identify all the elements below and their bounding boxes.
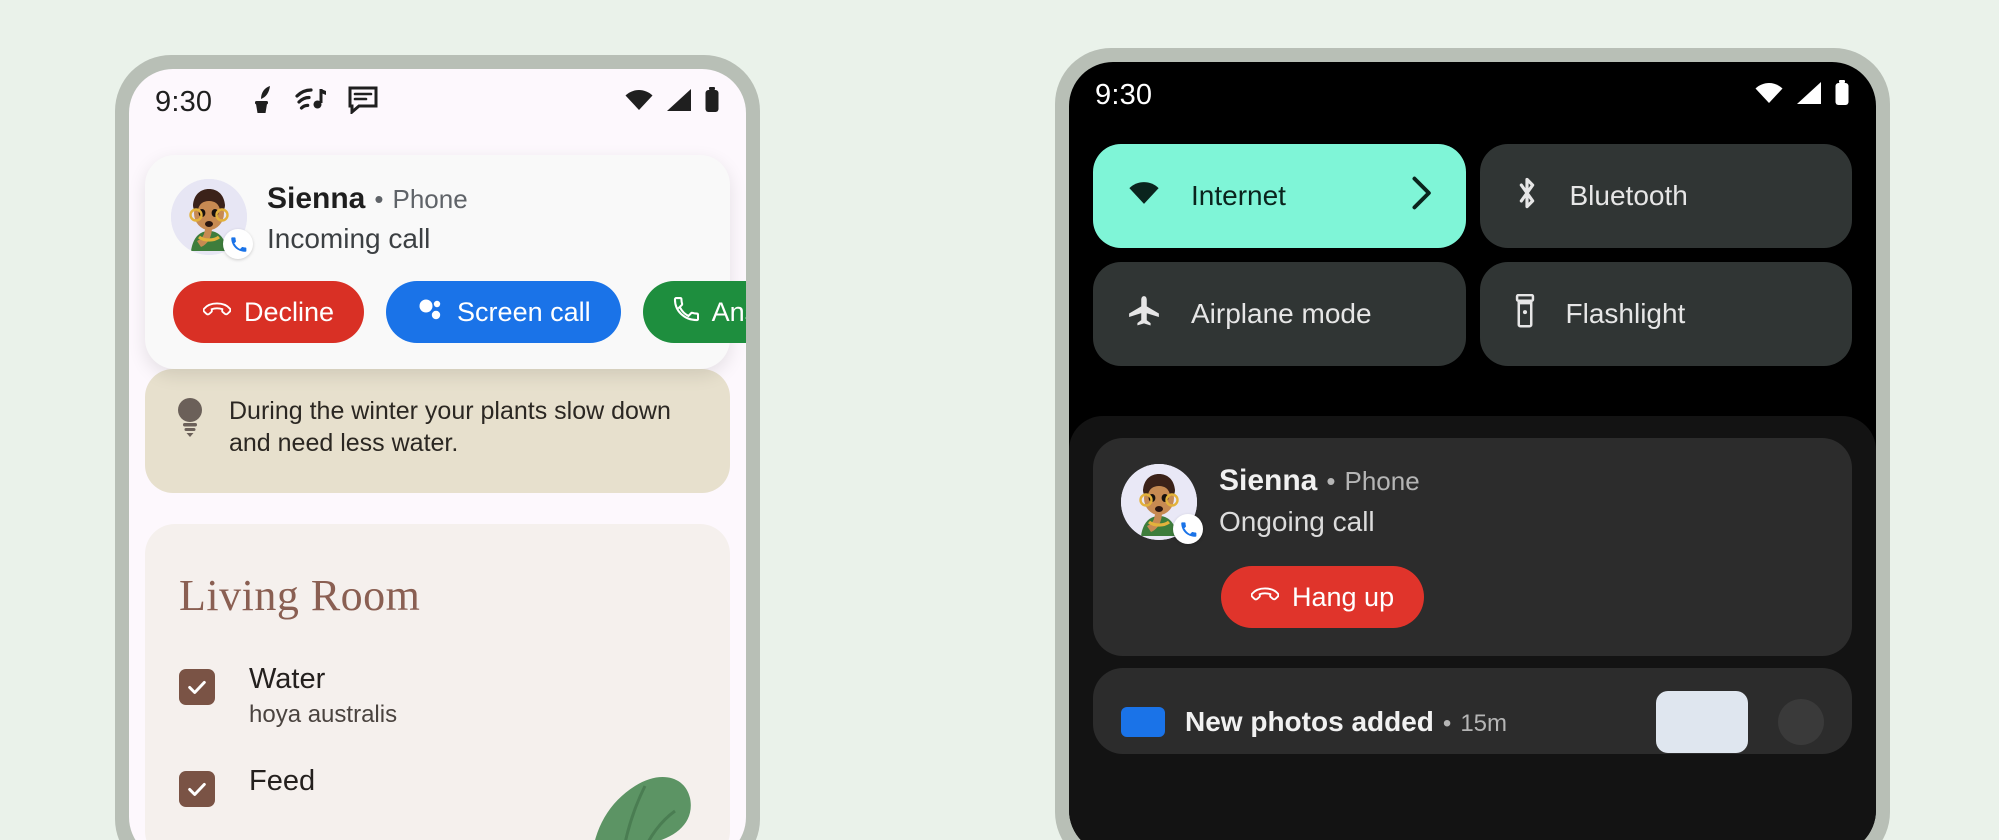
- task-subtitle: hoya australis: [249, 701, 398, 728]
- status-right-icons: [1754, 79, 1850, 111]
- phone-right: 9:30 Internet Bluetooth Airplane mode Fl…: [1055, 48, 1890, 840]
- task-item[interactable]: Feed: [179, 765, 696, 807]
- signal-icon: [1795, 81, 1823, 110]
- qs-label-flashlight: Flashlight: [1565, 298, 1686, 329]
- qs-label-airplane-mode: Airplane mode: [1191, 298, 1372, 329]
- phone-badge-icon: [223, 229, 253, 259]
- qs-label-internet: Internet: [1191, 180, 1286, 211]
- battery-icon: [704, 86, 720, 118]
- plant-icon: [248, 85, 274, 120]
- ongoing-call-notification[interactable]: Sienna • Phone Ongoing call Hang up: [1093, 438, 1852, 656]
- status-right-icons: [624, 86, 720, 118]
- call-end-icon: [1250, 582, 1280, 613]
- call-icon: [673, 296, 699, 329]
- qs-tile-bluetooth[interactable]: Bluetooth: [1479, 144, 1852, 248]
- flashlight-icon: [1514, 293, 1536, 335]
- notification-shade: Sienna • Phone Ongoing call Hang up New …: [1069, 416, 1876, 840]
- decline-label: Decline: [244, 296, 335, 327]
- room-title: Living Room: [179, 571, 421, 620]
- avatar-wrapper: [1121, 464, 1203, 544]
- wifi-icon: [624, 88, 654, 117]
- avatar-wrapper: [171, 179, 253, 259]
- qs-tile-airplane-mode[interactable]: Airplane mode: [1093, 262, 1466, 366]
- photos-time: 15m: [1460, 710, 1507, 737]
- contact-name: Sienna: [1219, 464, 1318, 497]
- photo-thumbnail: [1656, 691, 1748, 753]
- quick-settings-grid: Internet Bluetooth Airplane mode Flashli…: [1093, 144, 1852, 366]
- answer-button[interactable]: Answer: [642, 281, 746, 343]
- notification-title-row: Sienna • Phone: [267, 182, 468, 216]
- task-text: Feed: [249, 765, 315, 798]
- call-end-icon: [202, 297, 232, 328]
- airplane-icon: [1127, 295, 1161, 334]
- checkbox-checked-icon[interactable]: [179, 771, 215, 807]
- app-name: Phone: [1344, 466, 1420, 496]
- task-item[interactable]: Water hoya australis: [179, 663, 696, 729]
- assistant-icon: [416, 295, 444, 330]
- app-name: Phone: [392, 184, 468, 214]
- notification-header: Sienna • Phone Incoming call: [171, 179, 704, 259]
- wifi-icon: [1754, 81, 1784, 110]
- hang-up-button[interactable]: Hang up: [1221, 566, 1425, 628]
- incoming-call-notification[interactable]: Sienna • Phone Incoming call Decline Scr…: [145, 155, 746, 369]
- contact-name: Sienna: [267, 182, 366, 215]
- qs-label-bluetooth: Bluetooth: [1569, 180, 1688, 211]
- photos-icon: [1121, 707, 1165, 737]
- task-name: Feed: [249, 765, 316, 797]
- call-action-buttons: Decline Screen call Answer: [171, 281, 746, 343]
- call-status-text: Ongoing call: [1219, 506, 1375, 537]
- tip-text: During the winter your plants slow down …: [229, 397, 671, 457]
- checkbox-checked-icon[interactable]: [179, 669, 215, 705]
- notification-text: Sienna • Phone Ongoing call: [1219, 464, 1420, 538]
- answer-label: Answer: [711, 296, 746, 327]
- message-icon: [348, 86, 378, 119]
- qs-tile-flashlight[interactable]: Flashlight: [1479, 262, 1852, 366]
- title-separator: •: [1326, 466, 1336, 496]
- tip-card: During the winter your plants slow down …: [145, 369, 730, 493]
- screen-call-label: Screen call: [457, 296, 591, 327]
- status-clock: 9:30: [155, 85, 213, 118]
- status-bar-right: 9:30: [1069, 62, 1876, 128]
- living-room-card: Living Room Water hoya australis Feed: [145, 524, 730, 840]
- photos-notification[interactable]: New photos added • 15m: [1093, 668, 1852, 754]
- decline-button[interactable]: Decline: [173, 281, 365, 343]
- task-name: Water: [249, 663, 326, 695]
- task-text: Water hoya australis: [249, 663, 397, 729]
- phone-left: 9:30 During the winter your plants slow …: [115, 55, 760, 840]
- lightbulb-icon: [173, 395, 207, 459]
- wifi-icon: [1127, 180, 1161, 213]
- signal-icon: [665, 88, 693, 117]
- notification-title-row: Sienna • Phone: [1219, 464, 1420, 498]
- status-bar-left: 9:30: [129, 69, 746, 135]
- chevron-right-icon[interactable]: [1410, 176, 1432, 217]
- status-left-icons: [248, 85, 378, 120]
- phone-badge-icon: [1173, 514, 1203, 544]
- qs-tile-internet[interactable]: Internet: [1093, 144, 1466, 248]
- notification-text: Sienna • Phone Incoming call: [267, 179, 468, 255]
- task-list: Water hoya australis Feed: [179, 663, 696, 807]
- status-clock: 9:30: [1095, 78, 1153, 111]
- photos-title: New photos added: [1185, 706, 1434, 737]
- hang-up-label: Hang up: [1292, 581, 1395, 612]
- expand-button[interactable]: [1778, 699, 1824, 745]
- bluetooth-icon: [1514, 176, 1540, 217]
- phone-left-screen: 9:30 During the winter your plants slow …: [129, 69, 746, 840]
- battery-icon: [1834, 79, 1850, 111]
- call-action-buttons: Hang up: [1121, 566, 1824, 628]
- phone-right-screen: 9:30 Internet Bluetooth Airplane mode Fl…: [1069, 62, 1876, 840]
- title-separator: •: [374, 184, 384, 214]
- notification-header: Sienna • Phone Ongoing call: [1121, 464, 1824, 544]
- screen-call-button[interactable]: Screen call: [386, 281, 621, 343]
- wifi-music-icon: [295, 85, 327, 120]
- photos-title-row: New photos added • 15m: [1185, 706, 1636, 738]
- call-status-text: Incoming call: [267, 223, 431, 254]
- title-separator: •: [1442, 710, 1452, 737]
